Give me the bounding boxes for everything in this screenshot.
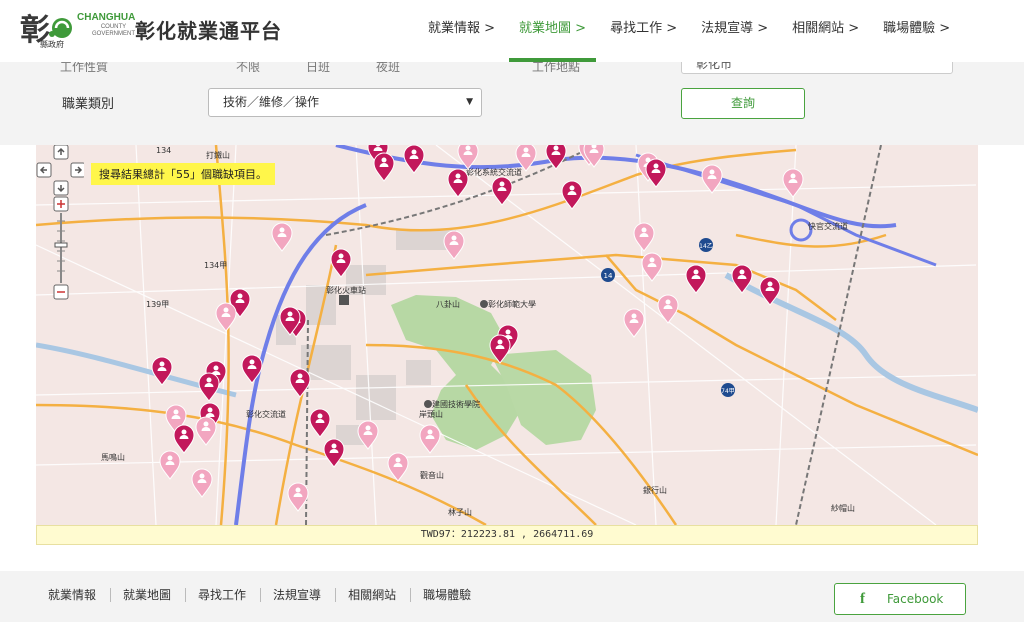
facebook-button[interactable]: f Facebook <box>834 583 966 615</box>
label-yinhang: 銀行山 <box>643 485 667 495</box>
label-road134a: 134甲 <box>204 261 227 270</box>
college-icon <box>424 400 432 408</box>
main-nav: 就業情報 > 就業地圖 > 尋找工作 > 法規宣導 > 相關網站 > 職場體驗 … <box>418 0 964 62</box>
job-category-label: 職業類別 <box>62 97 115 112</box>
job-marker[interactable] <box>633 222 655 252</box>
job-marker[interactable] <box>782 168 804 198</box>
map-zoom-control[interactable] <box>36 145 84 305</box>
job-marker[interactable] <box>373 152 395 182</box>
job-marker[interactable] <box>287 482 309 512</box>
svg-text:14乙: 14乙 <box>699 243 713 250</box>
footer-links: 就業情報 就業地圖 尋找工作 法規宣導 相關網站 職場體驗 <box>36 588 485 602</box>
site-logo[interactable]: 彰 CHANGHUA COUNTY GOVERNMENT 縣政府 <box>0 0 135 62</box>
job-map[interactable]: 打鐵山 彰化火車站 八卦山 彰化師範大學 建國技術學院 岸頭山 觀音山 林子山 … <box>36 145 978 525</box>
job-marker[interactable] <box>323 438 345 468</box>
job-marker[interactable] <box>191 468 213 498</box>
road-shield-14b: 14乙 <box>699 238 713 252</box>
label-ncue: 彰化師範大學 <box>488 299 536 309</box>
job-marker[interactable] <box>271 222 293 252</box>
search-button[interactable]: 查詢 <box>681 88 805 119</box>
logo-gov-text: 縣政府 <box>40 40 64 49</box>
label-shama: 紗帽山 <box>831 503 855 513</box>
job-category-value: 技術／維修／操作 <box>223 95 320 109</box>
map-canvas[interactable]: 打鐵山 彰化火車站 八卦山 彰化師範大學 建國技術學院 岸頭山 觀音山 林子山 … <box>36 145 978 525</box>
footer-link-related-sites[interactable]: 相關網站 <box>336 588 412 602</box>
road-shield-14: 14 <box>601 268 615 282</box>
job-marker[interactable] <box>447 168 469 198</box>
site-footer: 就業情報 就業地圖 尋找工作 法規宣導 相關網站 職場體驗 f Facebook <box>0 571 1024 622</box>
logo-sub-text: COUNTY GOVERNMENT <box>92 24 136 37</box>
label-road139a: 139甲 <box>146 300 169 309</box>
label-road134: 134 <box>156 146 171 155</box>
job-marker[interactable] <box>198 372 220 402</box>
label-anshan: 岸頭山 <box>419 409 443 419</box>
job-marker[interactable] <box>387 452 409 482</box>
job-marker[interactable] <box>685 264 707 294</box>
nav-item-related-sites[interactable]: 相關網站 > <box>782 0 869 62</box>
nav-item-employment-news[interactable]: 就業情報 > <box>418 0 505 62</box>
job-marker[interactable] <box>657 294 679 324</box>
job-marker[interactable] <box>443 230 465 260</box>
job-marker[interactable] <box>419 424 441 454</box>
job-marker[interactable] <box>641 252 663 282</box>
nav-item-find-job[interactable]: 尋找工作 > <box>600 0 687 62</box>
nav-item-employment-map[interactable]: 就業地圖 > <box>509 0 597 62</box>
site-header: 彰 CHANGHUA COUNTY GOVERNMENT 縣政府 彰化就業通平台… <box>0 0 1024 62</box>
label-dazhu: 打鐵山 <box>206 150 230 160</box>
facebook-icon: f <box>860 591 865 607</box>
nav-item-workplace-experience[interactable]: 職場體驗 > <box>873 0 960 62</box>
job-marker[interactable] <box>561 180 583 210</box>
label-guanyin: 觀音山 <box>420 470 444 480</box>
label-station: 彰化火車站 <box>326 285 366 295</box>
logo-english-text: CHANGHUA <box>77 12 136 23</box>
search-filter-panel: 工作性質 不限 日班 夜班 工作地點 彰化市 職業類別 技術／維修／操作 ▼ 查… <box>0 46 1024 145</box>
footer-link-employment-map[interactable]: 就業地圖 <box>111 588 187 602</box>
job-marker[interactable] <box>151 356 173 386</box>
job-marker[interactable] <box>159 450 181 480</box>
footer-link-regulations[interactable]: 法規宣導 <box>261 588 337 602</box>
svg-text:14: 14 <box>604 272 613 280</box>
label-jianguo: 建國技術學院 <box>432 399 480 409</box>
label-linzi: 林子山 <box>448 507 472 517</box>
job-marker[interactable] <box>623 308 645 338</box>
job-marker[interactable] <box>195 416 217 446</box>
nav-item-regulations[interactable]: 法規宣導 > <box>691 0 778 62</box>
zoom-slider-handle[interactable] <box>54 242 68 248</box>
road-shield-74: 74甲 <box>721 383 735 397</box>
chevron-down-icon: ▼ <box>466 97 473 107</box>
label-interchange1: 彰化系統交流道 <box>466 167 522 177</box>
train-station-icon <box>339 295 349 305</box>
job-marker[interactable] <box>583 145 605 168</box>
label-interchange3: 快官交流道 <box>808 221 848 231</box>
coordinate-readout: TWD97：212223.81 , 2664711.69 <box>36 525 978 545</box>
footer-link-employment-news[interactable]: 就業情報 <box>36 588 112 602</box>
facebook-label: Facebook <box>887 592 944 606</box>
job-marker[interactable] <box>403 145 425 174</box>
label-madong: 馬鳴山 <box>101 452 125 462</box>
job-marker[interactable] <box>645 158 667 188</box>
job-marker[interactable] <box>173 424 195 454</box>
job-category-select[interactable]: 技術／維修／操作 ▼ <box>208 88 482 117</box>
result-count-tip: 搜尋結果總計「55」個職缺項目。 <box>91 163 275 185</box>
job-marker[interactable] <box>701 164 723 194</box>
footer-link-workplace-experience[interactable]: 職場體驗 <box>411 588 485 602</box>
label-bagua: 八卦山 <box>436 299 460 309</box>
job-marker[interactable] <box>215 302 237 332</box>
university-icon <box>480 300 488 308</box>
job-marker[interactable] <box>309 408 331 438</box>
job-marker[interactable] <box>545 145 567 170</box>
site-title[interactable]: 彰化就業通平台 <box>135 15 282 44</box>
label-interchange2: 彰化交流道 <box>246 409 286 419</box>
footer-link-find-job[interactable]: 尋找工作 <box>186 588 262 602</box>
railway-3 <box>795 145 882 525</box>
svg-text:74甲: 74甲 <box>721 388 735 395</box>
